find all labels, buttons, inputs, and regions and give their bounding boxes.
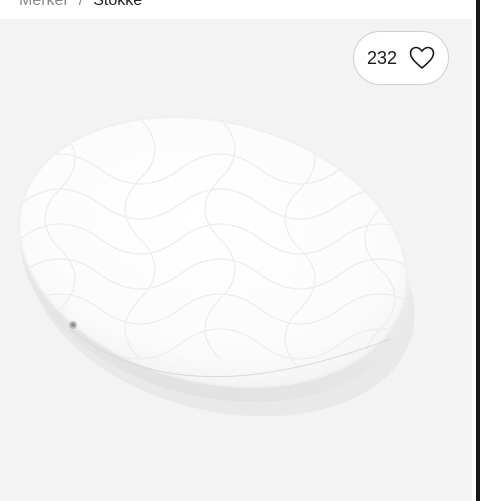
like-button[interactable]: 232: [353, 31, 449, 85]
product-image: [18, 116, 421, 417]
breadcrumb: Merker / Stokke: [19, 0, 142, 11]
breadcrumb-item-stokke[interactable]: Stokke: [93, 0, 142, 10]
heart-outline-icon: [409, 46, 435, 69]
product-image-gallery[interactable]: 232: [0, 19, 472, 501]
like-count: 232: [366, 47, 398, 68]
scrollbar-edge: [476, 0, 480, 501]
product-page: Merker / Stokke 232: [0, 0, 480, 501]
breadcrumb-item-merker[interactable]: Merker: [19, 0, 69, 10]
breadcrumb-separator: /: [78, 0, 84, 9]
